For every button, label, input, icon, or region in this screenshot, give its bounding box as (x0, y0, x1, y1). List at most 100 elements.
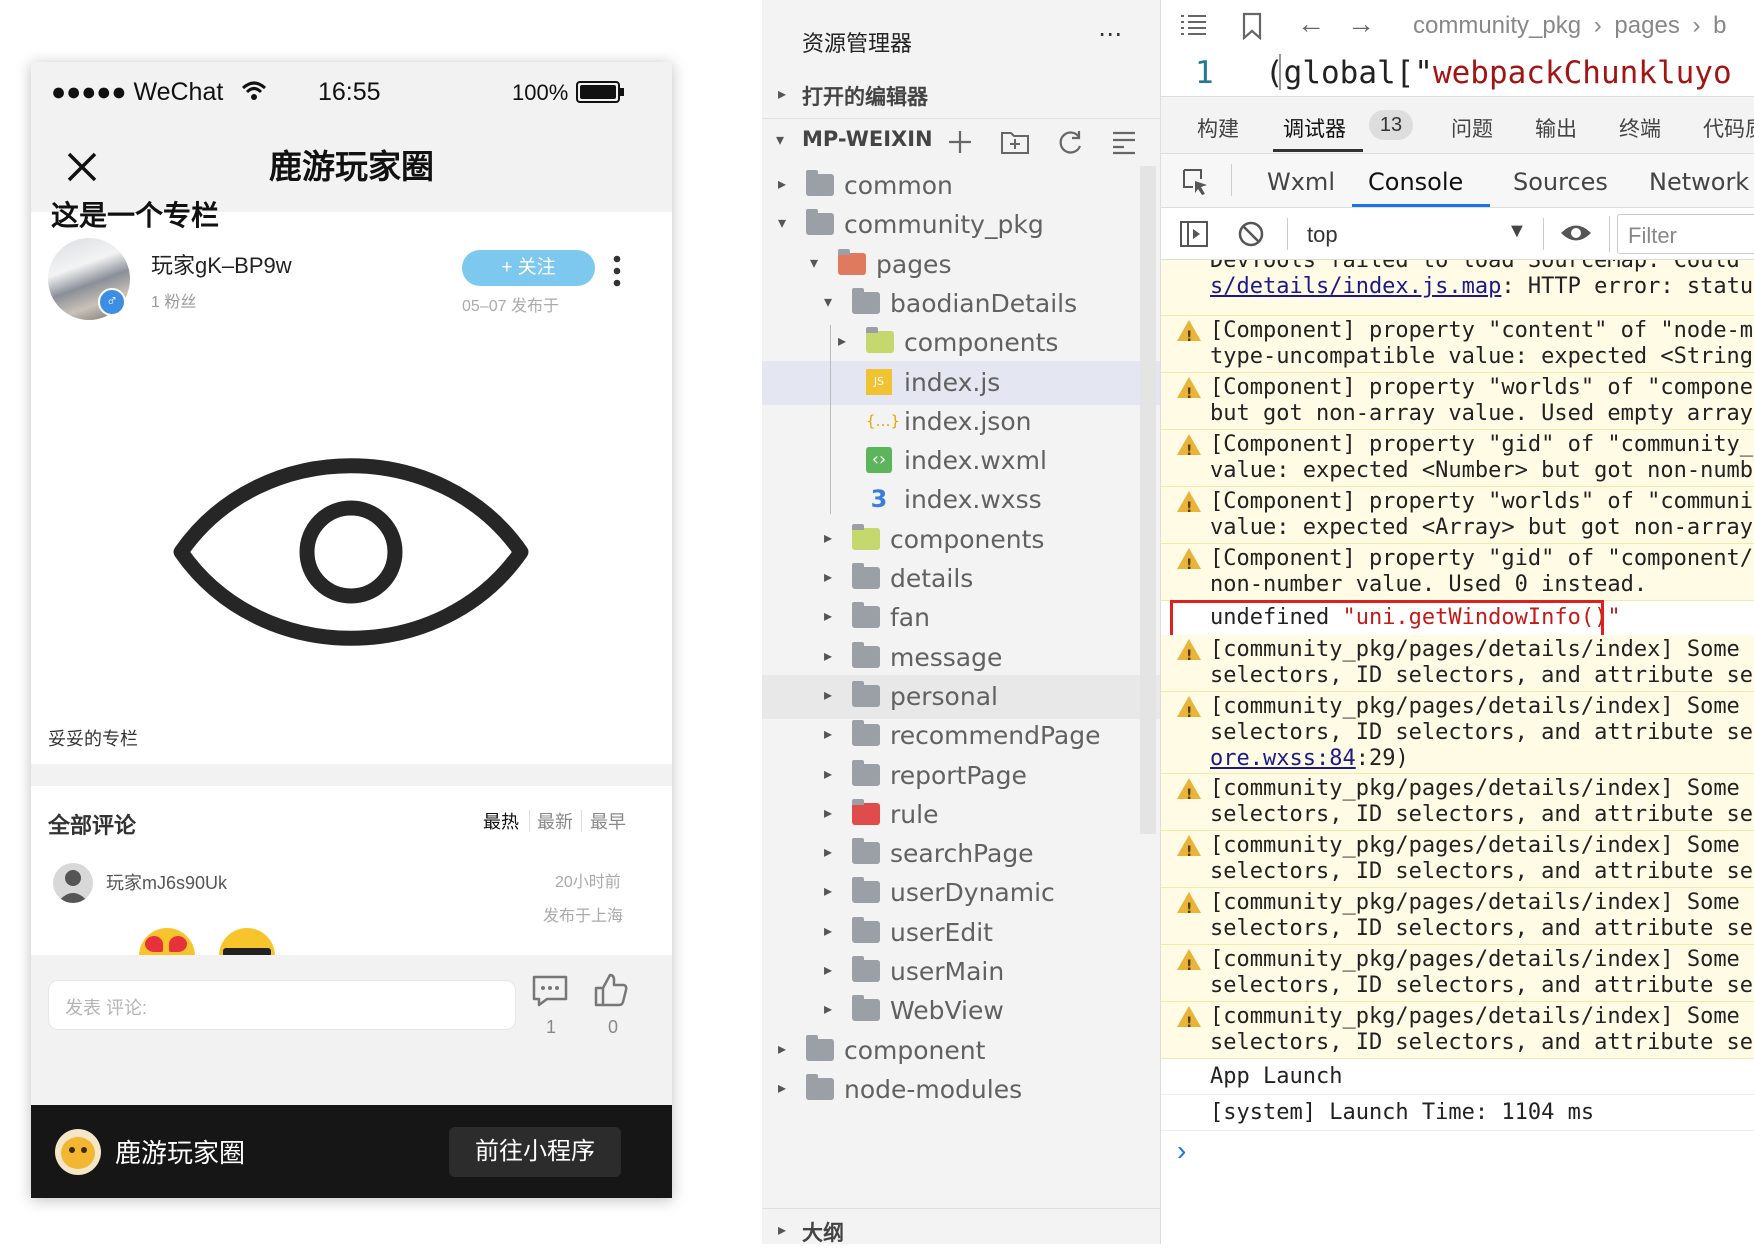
comment-icon (532, 975, 568, 1007)
comment-input[interactable]: 发表 评论: (48, 980, 516, 1030)
collapse-all-icon[interactable] (1110, 128, 1138, 156)
tree-item-label: searchPage (890, 839, 1034, 869)
breadcrumb-item[interactable]: community_pkg (1413, 12, 1581, 39)
tab-wxml[interactable]: Wxml (1267, 168, 1335, 196)
open-mini-program-button[interactable]: 前往小程序 (449, 1127, 621, 1177)
eye-icon[interactable] (1559, 220, 1593, 246)
console-warning[interactable]: [community_pkg/pages/details/index] Some… (1161, 692, 1754, 774)
comment-button[interactable] (531, 974, 571, 1014)
sourcemap-link[interactable]: s/details/index.js.map (1210, 274, 1501, 299)
tree-item-index-wxml[interactable]: ‹› index.wxml (762, 439, 1160, 483)
tree-item-component[interactable]: ▸ component (762, 1029, 1160, 1073)
tree-item-searchpage[interactable]: ▸ searchPage (762, 832, 1160, 876)
follow-button[interactable]: + 关注 (462, 250, 595, 286)
list-icon[interactable] (1179, 14, 1207, 36)
like-button[interactable] (593, 972, 633, 1012)
sort-hot[interactable]: 最热 (483, 808, 519, 834)
more-options-button[interactable] (611, 254, 623, 288)
author-name: 玩家gK–BP9w (151, 253, 292, 278)
console-warning[interactable]: [community_pkg/pages/details/index] Some… (1161, 888, 1754, 945)
breadcrumb-item[interactable]: b (1713, 12, 1726, 39)
warning-icon (1177, 434, 1201, 464)
explorer-more-button[interactable]: ⋯ (1092, 20, 1128, 50)
comments-title: 全部评论 (48, 813, 137, 838)
tree-item-label: components (904, 328, 1059, 358)
filter-input[interactable]: Filter (1617, 214, 1754, 254)
tree-item-userdynamic[interactable]: ▸ userDynamic (762, 871, 1160, 915)
tree-item-index-js[interactable]: JS index.js (762, 360, 1160, 405)
tree-item-reportpage[interactable]: ▸ reportPage (762, 754, 1160, 798)
breadcrumb-item[interactable]: pages (1614, 12, 1679, 39)
source-link[interactable]: ore.wxss:84 (1210, 746, 1356, 771)
sidebar-toggle-icon[interactable] (1179, 220, 1209, 248)
explorer-title: 资源管理器 (802, 32, 913, 57)
tab-problems[interactable]: 问题 (1451, 113, 1493, 143)
console-log[interactable]: [system] Launch Time: 1104 ms (1161, 1095, 1754, 1131)
tree-item-label: userMain (890, 957, 1005, 986)
tree-item-rule[interactable]: ▸ rule (762, 793, 1160, 837)
console-warning[interactable]: [community_pkg/pages/details/index] Some… (1161, 945, 1754, 1002)
tree-item-useredit[interactable]: ▸ userEdit (762, 911, 1160, 955)
console-warning[interactable]: [Component] property "gid" of "community… (1161, 430, 1754, 487)
console-warning[interactable]: [Component] property "gid" of "component… (1161, 544, 1754, 601)
sort-oldest[interactable]: 最早 (590, 808, 626, 834)
warning-icon (1177, 778, 1201, 808)
tree-item-common[interactable]: ▸ common (762, 164, 1160, 208)
sort-newest[interactable]: 最新 (537, 808, 573, 834)
console-warning[interactable]: [Component] property "worlds" of "compon… (1161, 373, 1754, 430)
clear-console-icon[interactable] (1237, 220, 1265, 248)
console-warning[interactable]: [Component] property "content" of "node-… (1161, 316, 1754, 373)
tab-console[interactable]: Console (1368, 168, 1463, 196)
tree-item-node-modules[interactable]: ▸ node-modules (762, 1068, 1160, 1112)
tree-item-baodiandetails[interactable]: ▾ baodianDetails (762, 282, 1160, 326)
tree-item-personal[interactable]: ▸ personal (762, 674, 1160, 719)
console-warning[interactable]: DevTools failed to load SourceMap: Could… (1161, 260, 1754, 316)
console-warning[interactable]: [community_pkg/pages/details/index] Some… (1161, 635, 1754, 692)
tree-item-message[interactable]: ▸ message (762, 636, 1160, 680)
new-folder-icon[interactable] (1000, 128, 1030, 156)
column-title: 这是一个专栏 (51, 200, 220, 231)
open-editors-section[interactable]: ▸ 打开的编辑器 (762, 74, 1160, 118)
tree-item-index-json[interactable]: {…} index.json (762, 400, 1160, 444)
console-prompt[interactable]: › (1161, 1131, 1754, 1171)
tab-sources[interactable]: Sources (1513, 168, 1608, 196)
explorer-scrollbar[interactable] (1140, 166, 1156, 834)
folder-icon (852, 680, 880, 707)
tree-item-index-wxss[interactable]: 3 index.wxss (762, 478, 1160, 522)
console-log[interactable]: App Launch (1161, 1059, 1754, 1095)
tree-item-pages[interactable]: ▾ pages (762, 243, 1160, 287)
tab-output[interactable]: 输出 (1535, 113, 1577, 143)
back-arrow-icon[interactable]: ← (1297, 8, 1325, 40)
log-message-rest: :29) (1355, 746, 1409, 771)
code-line[interactable]: 1 (global["webpackChunkluyo (1161, 50, 1754, 96)
log-message: [community_pkg/pages/details/index] Some (1210, 947, 1740, 972)
tab-network[interactable]: Network (1649, 168, 1749, 196)
console-warning[interactable]: [Component] property "worlds" of "commun… (1161, 487, 1754, 544)
tab-build[interactable]: 构建 (1197, 113, 1239, 143)
console-warning[interactable]: [community_pkg/pages/details/index] Some… (1161, 774, 1754, 831)
tree-item-details[interactable]: ▸ details (762, 557, 1160, 601)
warning-icon (1177, 835, 1201, 865)
tree-item-community-pkg[interactable]: ▾ community_pkg (762, 203, 1160, 247)
console-warning[interactable]: [community_pkg/pages/details/index] Some… (1161, 1002, 1754, 1059)
tab-code-quality[interactable]: 代码质 (1703, 113, 1754, 143)
forward-arrow-icon[interactable]: → (1347, 8, 1375, 40)
context-select[interactable]: top ▼ (1295, 216, 1535, 252)
console-warning[interactable]: [community_pkg/pages/details/index] Some… (1161, 831, 1754, 888)
folder-icon (852, 877, 880, 904)
new-file-icon[interactable] (946, 128, 974, 156)
log-message-line: value: expected <Array> but got non-arra… (1210, 515, 1754, 540)
bookmark-icon[interactable] (1241, 12, 1263, 40)
commenter-avatar[interactable] (53, 863, 93, 903)
tree-item-recommendpage[interactable]: ▸ recommendPage (762, 714, 1160, 758)
tree-item-components[interactable]: ▸ components (762, 321, 1160, 365)
outline-section[interactable]: ▸ 大纲 (762, 1210, 1160, 1254)
element-picker-icon[interactable] (1181, 167, 1211, 197)
tree-item-webview[interactable]: ▸ WebView (762, 989, 1160, 1033)
tree-item-usermain[interactable]: ▸ userMain (762, 950, 1160, 994)
refresh-icon[interactable] (1056, 128, 1084, 156)
tree-item-components[interactable]: ▸ components (762, 518, 1160, 562)
tab-debugger[interactable]: 调试器 (1283, 113, 1346, 143)
tab-terminal[interactable]: 终端 (1619, 113, 1661, 143)
tree-item-fan[interactable]: ▸ fan (762, 596, 1160, 640)
